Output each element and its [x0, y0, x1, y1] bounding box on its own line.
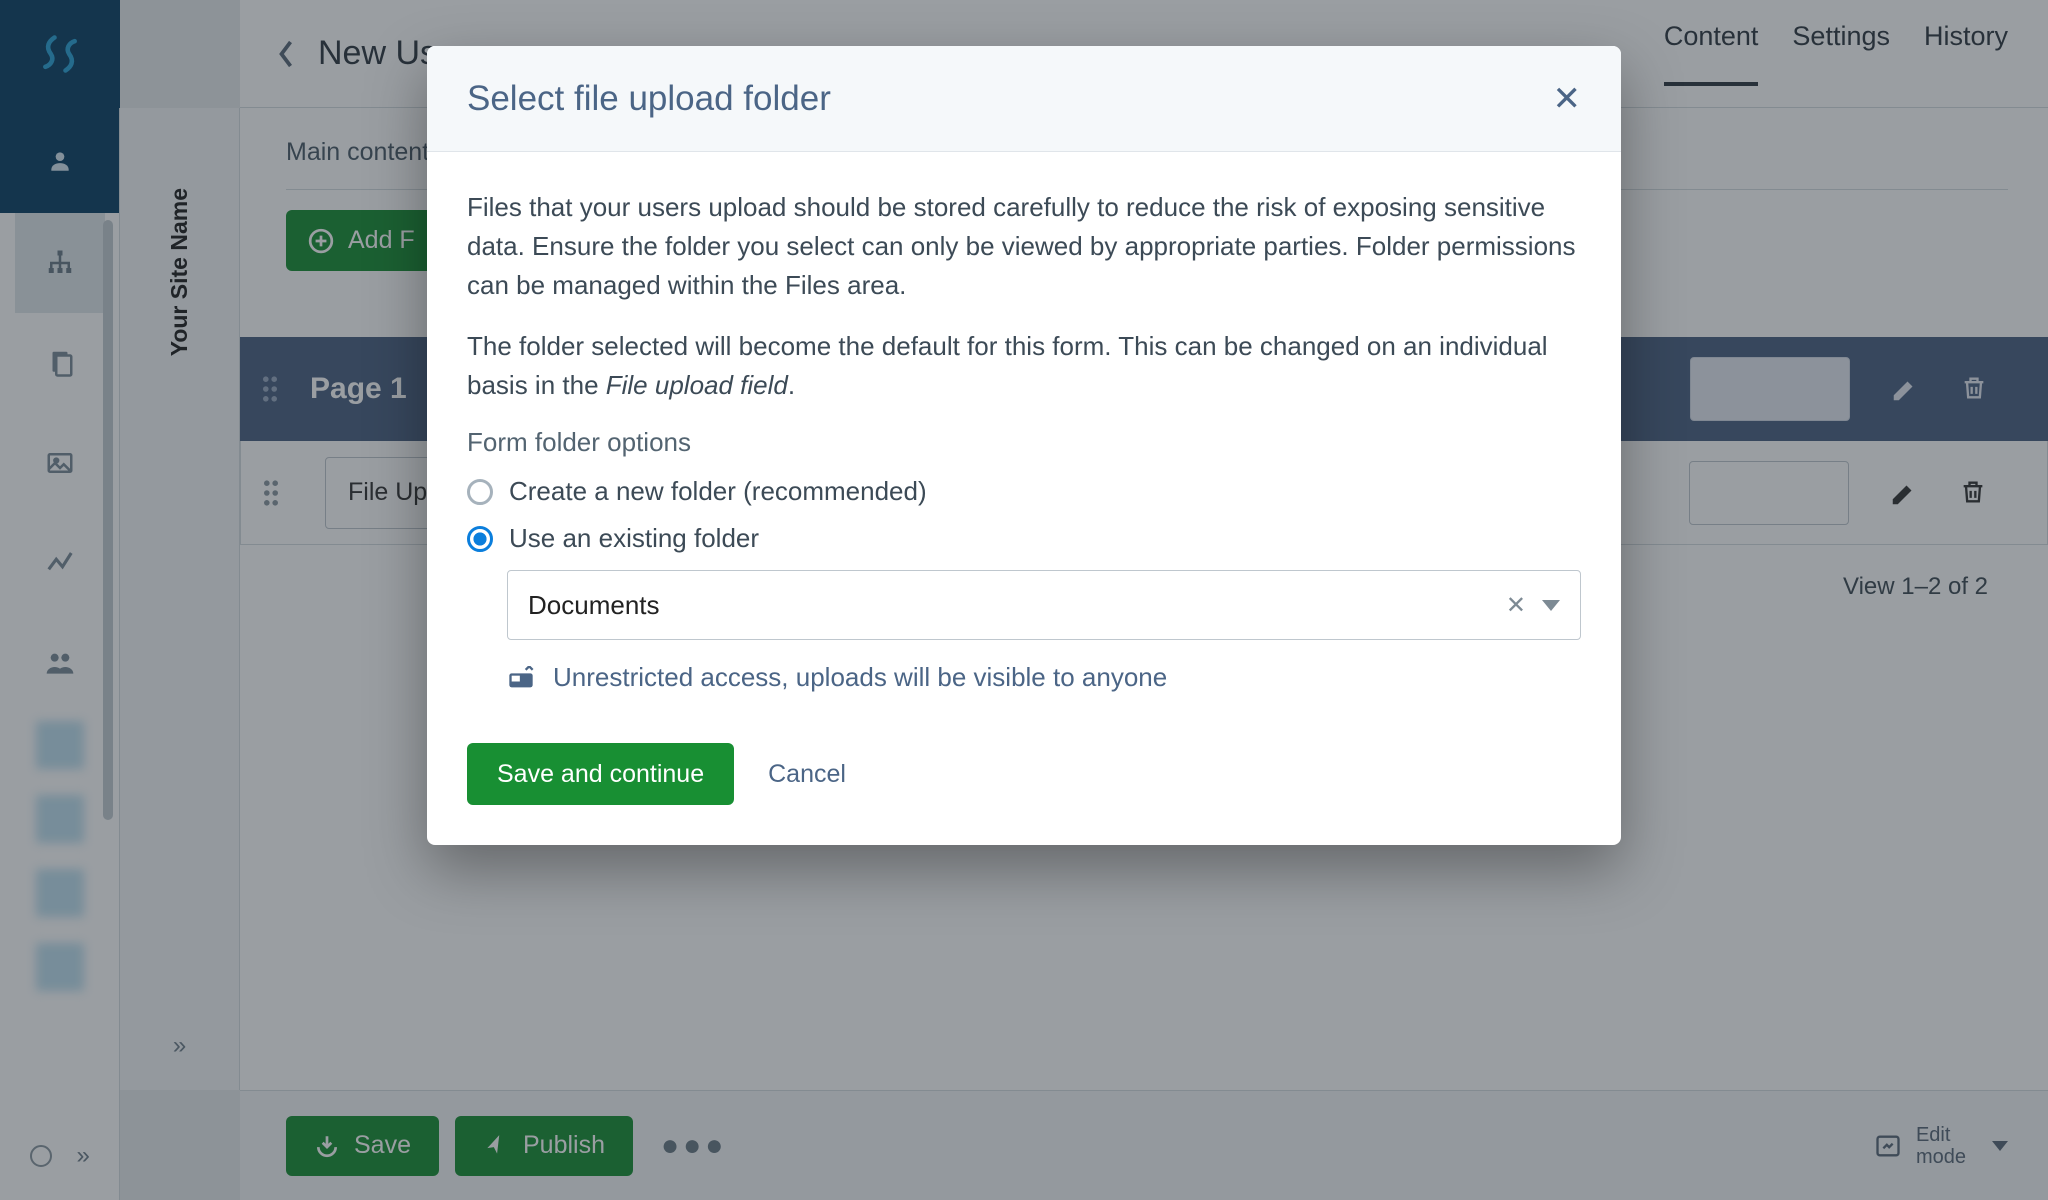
options-label: Form folder options: [467, 427, 1581, 458]
access-warning: Unrestricted access, uploads will be vis…: [507, 662, 1581, 693]
close-icon[interactable]: ✕: [1553, 79, 1582, 119]
modal-overlay[interactable]: Select file upload folder ✕ Files that y…: [0, 0, 2048, 1200]
chevron-down-icon: [1542, 600, 1560, 611]
modal-title: Select file upload folder: [467, 79, 831, 119]
modal-paragraph-1: Files that your users upload should be s…: [467, 188, 1581, 305]
clear-selection-icon[interactable]: ✕: [1506, 591, 1526, 620]
radio-new-folder[interactable]: Create a new folder (recommended): [467, 476, 1581, 507]
radio-icon-checked: [467, 526, 493, 552]
radio-existing-label: Use an existing folder: [509, 523, 759, 554]
radio-existing-folder[interactable]: Use an existing folder: [467, 523, 1581, 554]
modal-header: Select file upload folder ✕: [427, 46, 1621, 152]
folder-select[interactable]: Documents ✕: [507, 570, 1581, 640]
modal-paragraph-2: The folder selected will become the defa…: [467, 327, 1581, 405]
selected-folder-label: Documents: [528, 590, 660, 621]
cancel-button[interactable]: Cancel: [768, 760, 846, 789]
select-folder-modal: Select file upload folder ✕ Files that y…: [427, 46, 1621, 845]
radio-icon: [467, 479, 493, 505]
save-and-continue-button[interactable]: Save and continue: [467, 743, 734, 805]
radio-new-label: Create a new folder (recommended): [509, 476, 927, 507]
warning-text: Unrestricted access, uploads will be vis…: [553, 662, 1167, 693]
